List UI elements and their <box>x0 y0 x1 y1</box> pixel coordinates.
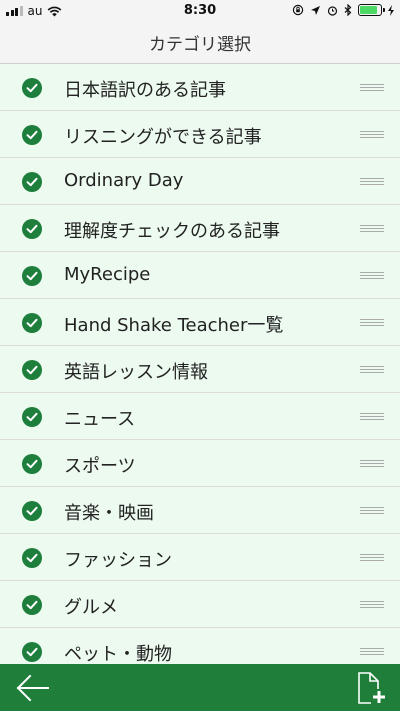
category-label: スポーツ <box>64 456 136 477</box>
rotation-lock-icon <box>292 4 304 16</box>
check-circle-icon[interactable] <box>22 407 42 427</box>
check-circle-icon[interactable] <box>22 642 42 662</box>
battery-level <box>360 6 377 14</box>
list-item[interactable]: スポーツ <box>0 440 400 487</box>
drag-handle-icon[interactable] <box>360 554 384 562</box>
list-item[interactable]: ニュース <box>0 393 400 440</box>
nav-bar: カテゴリ選択 <box>0 22 400 64</box>
category-label: 音楽・映画 <box>64 503 154 524</box>
charging-icon <box>388 4 394 16</box>
category-label: Ordinary Day <box>64 170 184 191</box>
drag-handle-icon[interactable] <box>360 648 384 656</box>
drag-handle-icon[interactable] <box>360 225 384 233</box>
drag-handle-icon[interactable] <box>360 178 384 186</box>
list-item[interactable]: 音楽・映画 <box>0 487 400 534</box>
back-button[interactable] <box>12 670 52 706</box>
drag-handle-icon[interactable] <box>360 366 384 374</box>
list-item[interactable]: リスニングができる記事 <box>0 111 400 158</box>
check-circle-icon[interactable] <box>22 548 42 568</box>
bottom-toolbar <box>0 664 400 711</box>
page-title: カテゴリ選択 <box>149 35 251 55</box>
check-circle-icon[interactable] <box>22 360 42 380</box>
category-label: ファッション <box>64 550 172 571</box>
check-circle-icon[interactable] <box>22 454 42 474</box>
list-item[interactable]: 理解度チェックのある記事 <box>0 205 400 252</box>
check-circle-icon[interactable] <box>22 172 42 192</box>
category-label: リスニングができる記事 <box>64 127 262 148</box>
check-circle-icon[interactable] <box>22 501 42 521</box>
add-document-icon[interactable] <box>352 670 388 706</box>
location-icon <box>311 5 320 15</box>
category-label: 日本語訳のある記事 <box>64 80 226 101</box>
drag-handle-icon[interactable] <box>360 601 384 609</box>
list-item[interactable]: 英語レッスン情報 <box>0 346 400 393</box>
drag-handle-icon[interactable] <box>360 413 384 421</box>
category-list: 日本語訳のある記事リスニングができる記事 Ordinary Day 理解度チェックの… <box>0 64 400 664</box>
check-circle-icon[interactable] <box>22 313 42 333</box>
drag-handle-icon[interactable] <box>360 131 384 139</box>
check-circle-icon[interactable] <box>22 78 42 98</box>
list-item[interactable]: Ordinary Day <box>0 158 400 205</box>
list-item[interactable]: グルメ <box>0 581 400 628</box>
category-label: MyRecipe <box>64 264 151 285</box>
battery-icon <box>358 4 385 16</box>
category-label: ペット・動物 <box>64 644 172 664</box>
status-right <box>292 4 394 16</box>
category-label: 英語レッスン情報 <box>64 362 208 383</box>
category-label: ニュース <box>64 409 136 430</box>
list-item[interactable]: 日本語訳のある記事 <box>0 64 400 111</box>
list-item[interactable]: ファッション <box>0 534 400 581</box>
alarm-icon <box>327 5 338 16</box>
drag-handle-icon[interactable] <box>360 507 384 515</box>
list-item[interactable]: ペット・動物 <box>0 628 400 664</box>
category-label: グルメ <box>64 597 118 618</box>
drag-handle-icon[interactable] <box>360 84 384 92</box>
category-label: 理解度チェックのある記事 <box>64 221 280 242</box>
status-bar: au 8:30 <box>0 0 400 22</box>
category-label: Hand Shake Teacher一覧 <box>64 315 284 336</box>
list-item[interactable]: Hand Shake Teacher一覧 <box>0 299 400 346</box>
drag-handle-icon[interactable] <box>360 319 384 327</box>
drag-handle-icon[interactable] <box>360 460 384 468</box>
list-item[interactable]: MyRecipe <box>0 252 400 299</box>
drag-handle-icon[interactable] <box>360 272 384 280</box>
check-circle-icon[interactable] <box>22 219 42 239</box>
check-circle-icon[interactable] <box>22 266 42 286</box>
check-circle-icon[interactable] <box>22 595 42 615</box>
check-circle-icon[interactable] <box>22 125 42 145</box>
bluetooth-icon <box>344 4 352 16</box>
